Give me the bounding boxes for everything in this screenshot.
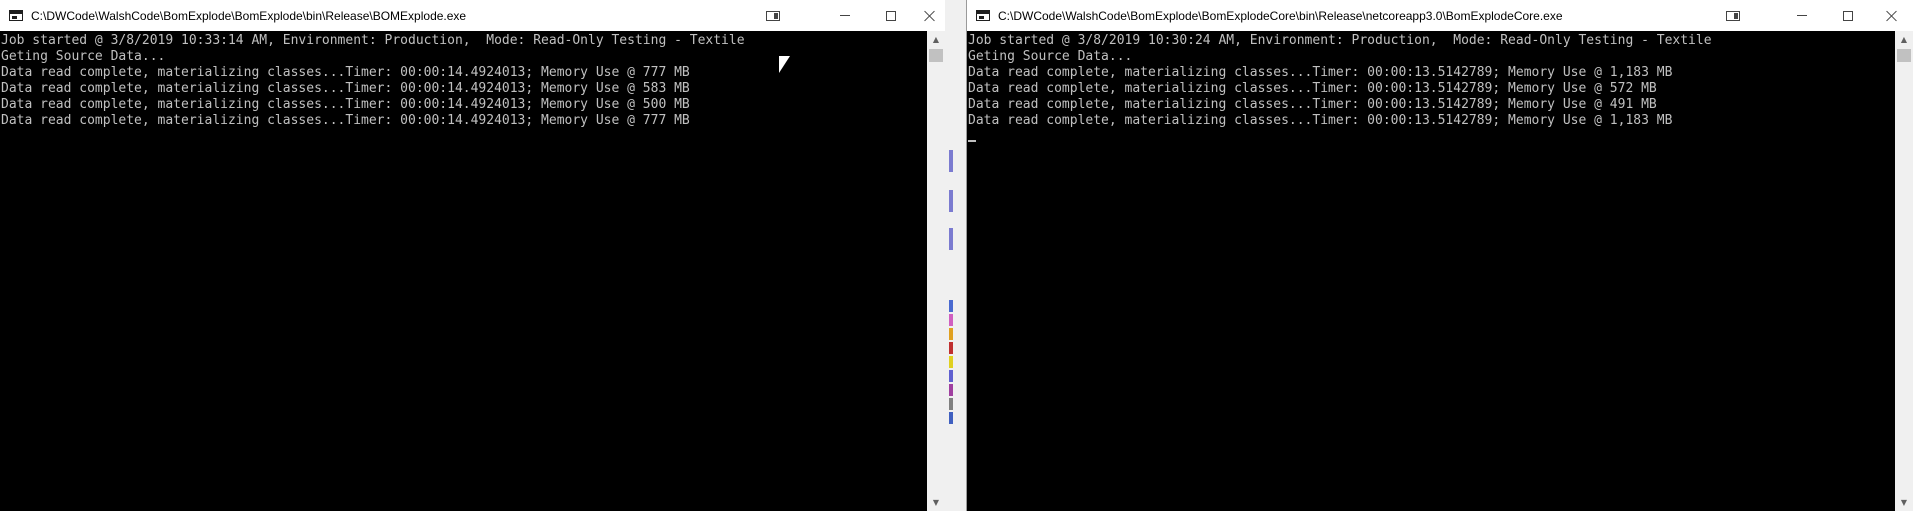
- background-strip-segment: [949, 342, 953, 354]
- scroll-down-arrow-icon[interactable]: ▼: [1895, 494, 1913, 511]
- snap-layout-button[interactable]: [750, 0, 796, 31]
- left-vertical-scrollbar[interactable]: ▲ ▼: [927, 31, 945, 511]
- left-console-output[interactable]: Job started @ 3/8/2019 10:33:14 AM, Envi…: [0, 31, 927, 511]
- right-window-title: C:\DWCode\WalshCode\BomExplode\BomExplod…: [998, 9, 1563, 23]
- desktop-screen: C:\DWCode\WalshCode\BomExplode\BomExplod…: [0, 0, 1913, 511]
- console-app-icon[interactable]: [9, 10, 23, 21]
- background-strip-segment: [949, 412, 953, 424]
- console-line: Data read complete, materializing classe…: [1, 97, 690, 112]
- background-strip-segment: [949, 190, 953, 212]
- background-strip-segment: [949, 356, 953, 368]
- maximize-icon: [886, 10, 896, 21]
- background-strip-segment: [949, 150, 953, 172]
- scroll-thumb[interactable]: [929, 49, 943, 62]
- console-line: Data read complete, materializing classe…: [968, 113, 1673, 128]
- minimize-icon: [840, 15, 850, 16]
- mouse-pointer-icon: [779, 56, 790, 73]
- background-strip-segment: [949, 370, 953, 382]
- scroll-down-arrow-icon[interactable]: ▼: [927, 494, 945, 511]
- snap-layout-icon: [766, 10, 780, 21]
- maximize-button[interactable]: [1825, 0, 1871, 31]
- right-titlebar[interactable]: C:\DWCode\WalshCode\BomExplode\BomExplod…: [967, 0, 1913, 31]
- console-line: Data read complete, materializing classe…: [1, 113, 690, 128]
- background-strip-segment: [949, 398, 953, 410]
- close-icon: [1886, 10, 1898, 22]
- console-line: Geting Source Data...: [968, 49, 1133, 64]
- close-button[interactable]: [914, 0, 945, 31]
- right-vertical-scrollbar[interactable]: ▲ ▼: [1895, 31, 1913, 511]
- snap-layout-button[interactable]: [1710, 0, 1756, 31]
- minimize-button[interactable]: [1779, 0, 1825, 31]
- minimize-button[interactable]: [822, 0, 868, 31]
- background-strip-segment: [949, 300, 953, 312]
- background-strip-segment: [949, 384, 953, 396]
- scroll-up-arrow-icon[interactable]: ▲: [1895, 31, 1913, 48]
- left-window-title: C:\DWCode\WalshCode\BomExplode\BomExplod…: [31, 9, 467, 23]
- close-icon: [924, 10, 936, 22]
- close-button[interactable]: [1871, 0, 1913, 31]
- text-cursor: [968, 140, 976, 142]
- console-line: Job started @ 3/8/2019 10:30:24 AM, Envi…: [968, 33, 1712, 48]
- snap-layout-icon: [1726, 10, 1740, 21]
- console-line: Data read complete, materializing classe…: [1, 81, 690, 96]
- left-titlebar[interactable]: C:\DWCode\WalshCode\BomExplode\BomExplod…: [0, 0, 945, 31]
- console-app-icon[interactable]: [976, 10, 990, 21]
- background-strip-segment: [949, 328, 953, 340]
- scroll-thumb[interactable]: [1897, 49, 1911, 62]
- console-line: Job started @ 3/8/2019 10:33:14 AM, Envi…: [1, 33, 745, 48]
- minimize-icon: [1797, 15, 1807, 16]
- maximize-icon: [1843, 10, 1853, 21]
- background-strip-segment: [949, 228, 953, 250]
- console-line: Data read complete, materializing classe…: [968, 81, 1657, 96]
- scroll-up-arrow-icon[interactable]: ▲: [927, 31, 945, 48]
- maximize-button[interactable]: [868, 0, 914, 31]
- left-console-window[interactable]: C:\DWCode\WalshCode\BomExplode\BomExplod…: [0, 0, 945, 511]
- console-line: Data read complete, materializing classe…: [968, 65, 1673, 80]
- console-cursor-line: [968, 129, 1895, 145]
- console-line: Data read complete, materializing classe…: [968, 97, 1657, 112]
- background-strip-segment: [949, 314, 953, 326]
- right-console-output[interactable]: Job started @ 3/8/2019 10:30:24 AM, Envi…: [967, 31, 1895, 511]
- right-console-window[interactable]: C:\DWCode\WalshCode\BomExplode\BomExplod…: [966, 0, 1913, 511]
- background-window-strip: [945, 0, 966, 511]
